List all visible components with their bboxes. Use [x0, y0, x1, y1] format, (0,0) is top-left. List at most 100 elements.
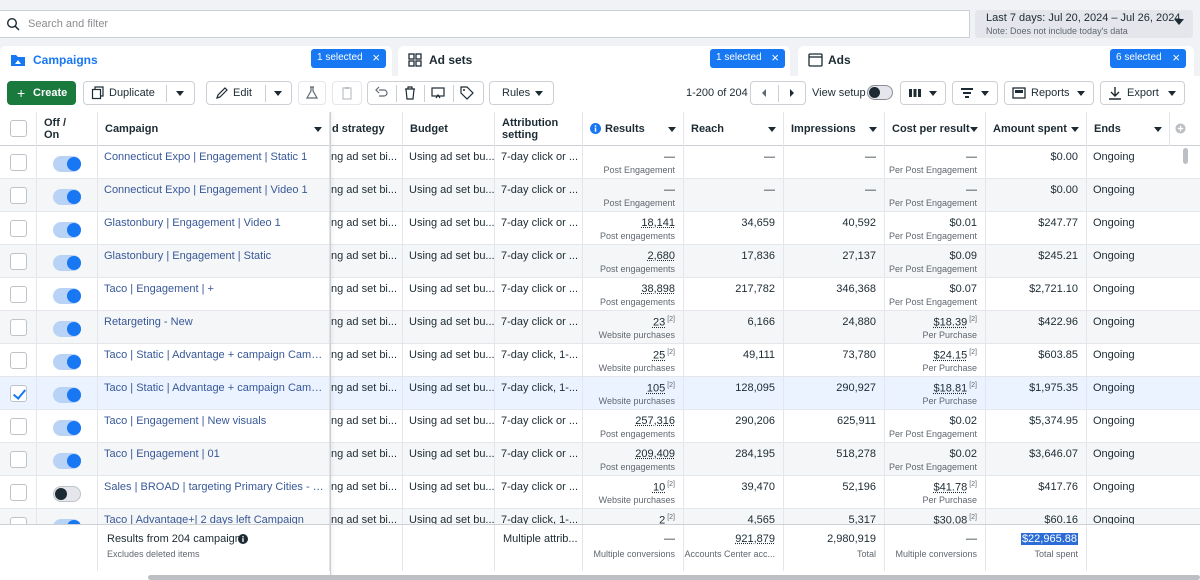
sort-icon[interactable]	[1071, 127, 1079, 132]
campaign-toggle[interactable]	[53, 321, 81, 337]
cpr-value[interactable]: $18.39	[934, 317, 968, 329]
header-off-on[interactable]: Off / On	[37, 112, 98, 146]
campaign-name-link[interactable]: Taco | Static | Advantage + campaign Cam…	[104, 382, 324, 394]
horizontal-scrollbar[interactable]	[148, 575, 1200, 580]
results-value[interactable]: 25	[653, 350, 665, 362]
archive-button[interactable]	[332, 81, 362, 105]
campaign-name-link[interactable]: Taco | Static | Advantage + campaign Cam…	[104, 349, 324, 361]
duplicate-button[interactable]: Duplicate	[83, 81, 195, 105]
results-value[interactable]: 2	[659, 515, 665, 524]
tab-ad-sets[interactable]: Ad sets 1 selected ×	[398, 46, 790, 76]
selected-pill[interactable]: 6 selected ×	[1110, 49, 1186, 68]
campaign-toggle[interactable]	[53, 420, 81, 436]
cpr-value[interactable]: $41.78	[934, 482, 968, 494]
sort-icon[interactable]	[668, 127, 676, 132]
results-value[interactable]: 105	[647, 383, 665, 395]
chevron-right-icon[interactable]	[785, 86, 799, 100]
row-checkbox[interactable]	[10, 484, 27, 501]
header-campaign[interactable]: Campaign	[98, 112, 330, 146]
table-row[interactable]: Glastonbury | Engagement | Static ng ad s…	[0, 245, 1200, 278]
header-amount-spent[interactable]: Amount spent	[986, 112, 1087, 146]
vertical-scrollbar[interactable]	[1183, 148, 1188, 164]
cpr-value[interactable]: $0.02	[949, 415, 977, 427]
row-checkbox[interactable]	[10, 517, 27, 524]
campaign-toggle[interactable]	[53, 222, 81, 238]
select-all-checkbox[interactable]	[10, 120, 27, 137]
header-bid-strategy[interactable]: d strategy	[330, 112, 403, 146]
cpr-value[interactable]: $0.01	[949, 217, 977, 229]
date-range-picker[interactable]: Last 7 days: Jul 20, 2024 – Jul 26, 2024…	[975, 10, 1193, 38]
campaign-name-link[interactable]: Connecticut Expo | Engagement | Static 1	[104, 151, 324, 163]
campaign-toggle[interactable]	[53, 387, 81, 403]
cpr-value[interactable]: $0.07	[949, 283, 977, 295]
table-row[interactable]: Taco | Engagement | New visuals ng ad set…	[0, 410, 1200, 443]
results-value[interactable]: 209,409	[635, 448, 675, 460]
campaign-name-link[interactable]: Taco | Engagement | New visuals	[104, 415, 324, 427]
row-checkbox[interactable]	[10, 154, 27, 171]
cpr-value[interactable]: $0.02	[949, 448, 977, 460]
row-checkbox[interactable]	[10, 385, 27, 402]
sort-icon[interactable]	[970, 127, 978, 132]
table-row[interactable]: Retargeting - New ng ad set bi... Using ad…	[0, 311, 1200, 344]
tag-icon[interactable]	[460, 86, 474, 100]
add-column-icon[interactable]	[1175, 123, 1186, 134]
table-row[interactable]: Taco | Engagement | 01 ng ad set bi... Usi…	[0, 443, 1200, 476]
row-checkbox[interactable]	[10, 319, 27, 336]
chevron-down-icon[interactable]	[176, 91, 184, 96]
cpr-value[interactable]: —	[966, 184, 977, 196]
trash-icon[interactable]	[403, 86, 417, 100]
campaign-toggle[interactable]	[53, 156, 81, 172]
campaign-toggle[interactable]	[53, 288, 81, 304]
header-budget[interactable]: Budget	[403, 112, 495, 146]
search-input[interactable]	[28, 15, 928, 33]
columns-button[interactable]	[900, 81, 946, 105]
selected-pill[interactable]: 1 selected ×	[710, 49, 785, 68]
sort-icon[interactable]	[869, 127, 877, 132]
table-row[interactable]: Sales | BROAD | targeting Primary Cities…	[0, 476, 1200, 509]
reports-button[interactable]: Reports	[1004, 81, 1094, 105]
info-icon[interactable]	[590, 123, 601, 134]
header-reach[interactable]: Reach	[684, 112, 784, 146]
row-checkbox[interactable]	[10, 220, 27, 237]
results-value[interactable]: 38,898	[641, 283, 675, 295]
results-value[interactable]: —	[664, 151, 675, 163]
edit-button[interactable]: Edit	[206, 81, 292, 105]
cpr-value[interactable]: —	[966, 151, 977, 163]
row-checkbox[interactable]	[10, 253, 27, 270]
row-checkbox[interactable]	[10, 418, 27, 435]
campaign-name-link[interactable]: Glastonbury | Engagement | Static	[104, 250, 324, 262]
header-ends[interactable]: Ends	[1087, 112, 1170, 146]
row-checkbox[interactable]	[10, 352, 27, 369]
results-value[interactable]: 18,141	[641, 217, 675, 229]
results-value[interactable]: 257,316	[635, 415, 675, 427]
table-row[interactable]: Taco | Advantage+| 2 days left Campaign n…	[0, 509, 1200, 524]
cpr-value[interactable]: $18.81	[934, 383, 968, 395]
header-impressions[interactable]: Impressions	[784, 112, 885, 146]
tab-campaigns[interactable]: Campaigns 1 selected ×	[0, 46, 392, 76]
breakdown-button[interactable]	[952, 81, 998, 105]
sort-icon[interactable]	[314, 127, 322, 132]
campaign-toggle[interactable]	[53, 354, 81, 370]
sort-icon[interactable]	[768, 127, 776, 132]
info-icon[interactable]	[238, 534, 248, 544]
header-add-column[interactable]	[1170, 112, 1200, 146]
campaign-name-link[interactable]: Retargeting - New	[104, 316, 324, 328]
results-value[interactable]: 23	[653, 317, 665, 329]
table-row[interactable]: Glastonbury | Engagement | Video 1 ng ad …	[0, 212, 1200, 245]
table-row[interactable]: Taco | Engagement | + ng ad set bi... Usin…	[0, 278, 1200, 311]
header-cost-per-result[interactable]: Cost per result	[885, 112, 986, 146]
results-value[interactable]: 2,680	[647, 250, 675, 262]
cpr-value[interactable]: $30.08	[934, 515, 968, 524]
campaign-name-link[interactable]: Glastonbury | Engagement | Video 1	[104, 217, 324, 229]
cpr-value[interactable]: $24.15	[934, 350, 968, 362]
campaign-name-link[interactable]: Connecticut Expo | Engagement | Video 1	[104, 184, 324, 196]
campaign-name-link[interactable]: Taco | Engagement | +	[104, 283, 324, 295]
row-checkbox[interactable]	[10, 187, 27, 204]
ab-test-button[interactable]	[298, 81, 326, 105]
close-icon[interactable]: ×	[771, 50, 779, 66]
campaign-toggle[interactable]	[53, 189, 81, 205]
table-row[interactable]: Connecticut Expo | Engagement | Video 1 n…	[0, 179, 1200, 212]
undo-icon[interactable]	[375, 86, 389, 100]
results-value[interactable]: —	[664, 184, 675, 196]
search-bar[interactable]	[0, 10, 970, 38]
